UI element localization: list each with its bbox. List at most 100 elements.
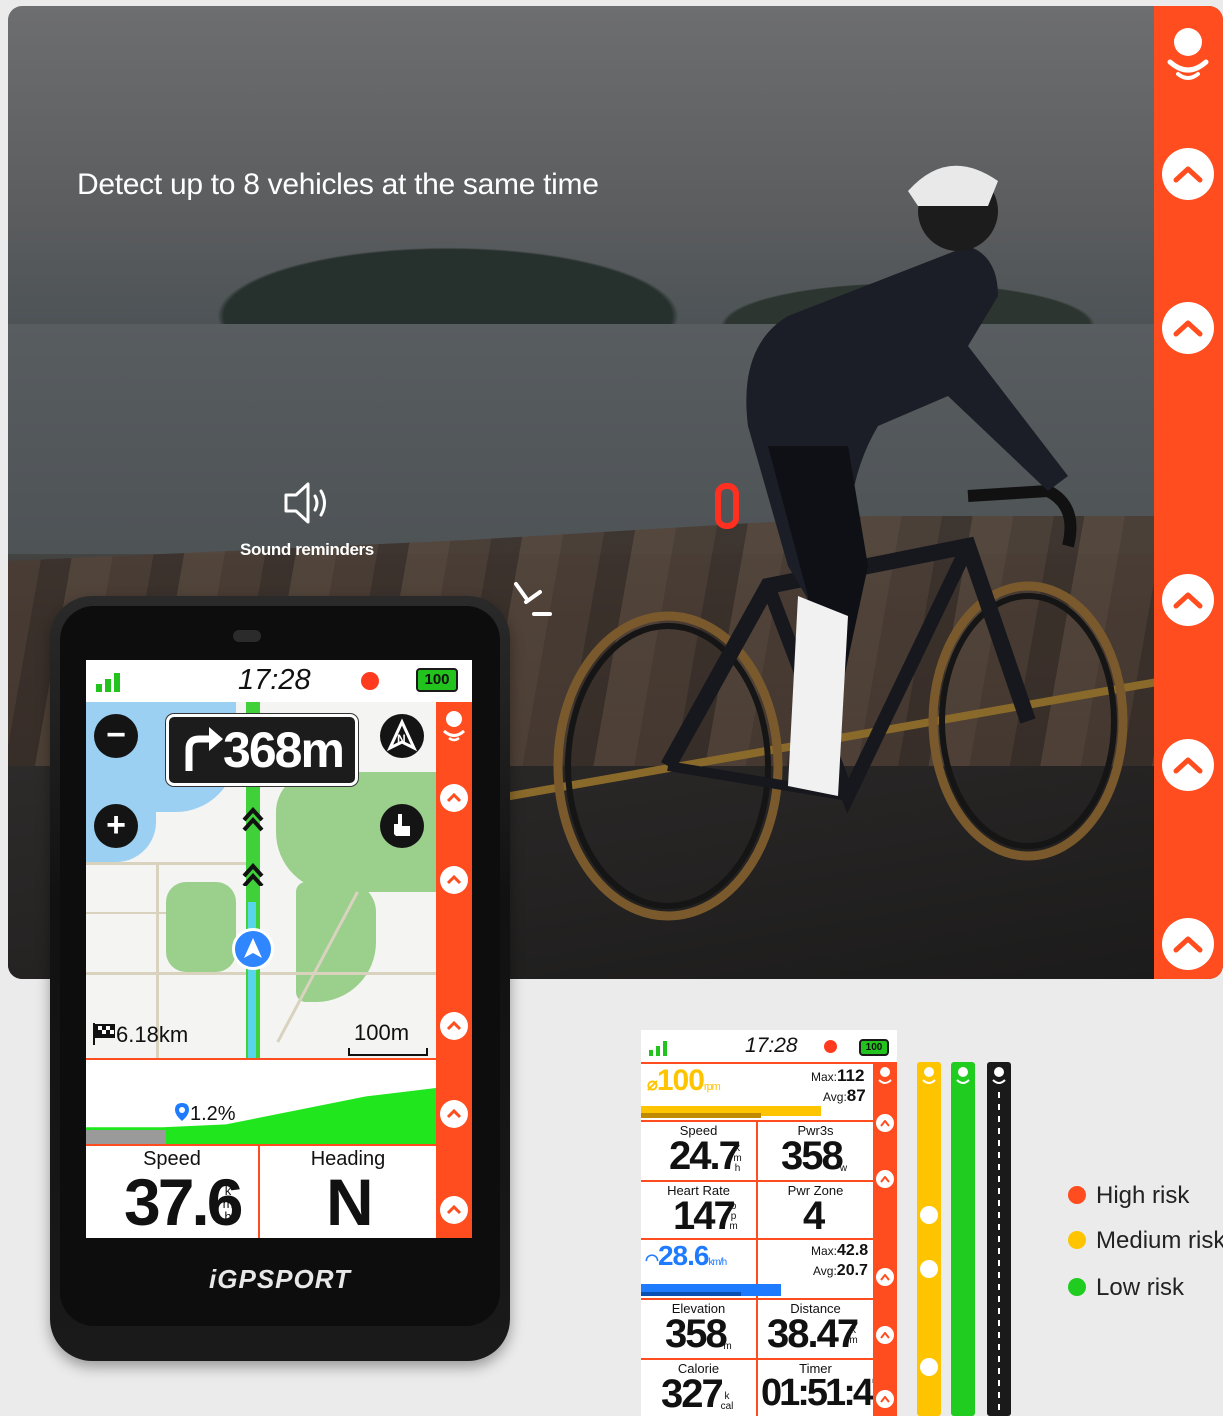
distance-unit: km [849,1325,858,1346]
turn-right-icon [185,727,224,771]
high-risk-dot-icon [1068,1186,1086,1204]
compass-icon: N [386,718,418,752]
vehicle-marker-icon [920,1260,938,1278]
legend-low-risk: Low risk [1068,1274,1184,1302]
vehicle-marker-icon [1162,574,1214,626]
speed-value: 24.7 [669,1134,741,1178]
remaining-distance: 6.18km [92,1022,188,1048]
map-street [86,972,436,975]
low-risk-bar [951,1062,975,1416]
vehicle-marker-icon [876,1268,894,1286]
device-mount [110,1336,450,1358]
device-screen: 17:28 100 368m − + N 6.18km 100m 1.2% Sp… [86,660,472,1238]
cadence-bar-avg [641,1113,761,1118]
svg-text:N: N [397,732,406,746]
hand-icon [394,814,410,836]
map-street [86,862,246,865]
elevation-done [86,1130,166,1144]
vehicle-marker-icon [1162,739,1214,791]
vehicle-marker-icon [876,1114,894,1132]
zoom-in-button[interactable]: + [94,804,138,848]
speed-bar-value: ◠28.6km/h [645,1240,727,1271]
vehicle-marker-icon [876,1390,894,1408]
calorie-value: 327 [661,1372,724,1416]
legend-medium-risk: Medium risk [1068,1227,1223,1255]
battery-indicator: 100 [859,1039,889,1056]
rider-icon [1167,28,1209,80]
screen-radar-strip [436,702,472,1238]
cadence-max: Max:112 [811,1066,865,1085]
map-scale-bar [348,1048,428,1056]
clock: 17:28 [238,664,311,696]
speed-unit: kmh [222,1183,234,1224]
vehicle-marker-icon [440,1012,468,1040]
low-risk-dot-icon [1068,1278,1086,1296]
clock: 17:28 [745,1034,798,1057]
calorie-unit: k cal [720,1391,734,1412]
vehicle-marker-icon [876,1326,894,1344]
radar-strip [1154,6,1223,979]
speed-max: Max:42.8 [811,1242,869,1259]
signal-icon [96,673,120,692]
cadence-avg: Avg:87 [823,1086,866,1105]
power-zone-value: 4 [803,1194,825,1238]
route-traveled [248,902,256,1058]
vehicle-marker-icon [1162,302,1214,354]
device-brand: iGPSPORT [209,1264,351,1294]
grade: 1.2% [174,1102,236,1126]
divider [641,1180,873,1182]
speed-bar-avg [641,1292,741,1296]
vehicle-marker-icon [440,784,468,812]
data-screen-panel: 17:28 100 ⌀100rpm Max:112 Avg:87 Speed 2… [641,1030,897,1416]
battery-indicator: 100 [416,668,458,692]
vehicle-marker-icon [1162,918,1214,970]
navigation-map[interactable]: 368m − + N 6.18km 100m [86,702,436,1060]
map-scale-label: 100m [354,1020,410,1045]
vehicle-marker-icon [440,1100,468,1128]
medium-risk-dot-icon [1068,1231,1086,1249]
turn-distance: 368m [223,722,345,778]
dashed-line [998,1092,1000,1416]
vehicle-marker-icon [920,1206,938,1224]
divider [641,1358,873,1360]
zoom-out-button[interactable]: − [94,714,138,758]
turn-instruction: 368m [166,714,358,786]
field-divider [756,1122,758,1298]
rider-icon [922,1067,936,1084]
north-up-button[interactable]: N [380,714,424,758]
sound-wave-icon [514,582,552,616]
vehicle-marker-icon [920,1358,938,1376]
hero-title: Detect up to 8 vehicles at the same time [77,168,599,201]
elevation-unit: m [723,1341,732,1352]
timer-value: 01:51:47 [761,1372,892,1414]
data-fields: Speed 37.6 kmh Heading N [86,1146,436,1238]
vehicle-marker-icon [1162,148,1214,200]
light-sensor [233,630,261,642]
panel-radar-strip [873,1062,897,1416]
medium-risk-bar [917,1062,941,1416]
location-pin-icon [175,1103,189,1121]
power-unit: w [839,1163,848,1174]
power-value: 358 [781,1134,844,1178]
rider-icon [956,1067,970,1084]
speed-avg: Avg:20.7 [813,1262,868,1279]
elevation-profile: 1.2% [86,1060,436,1146]
cadence-value: ⌀100rpm [647,1064,721,1097]
finish-flag-icon [93,1023,115,1045]
status-bar: 17:28 100 [86,660,472,702]
legend-high-risk: High risk [1068,1182,1189,1210]
record-indicator [824,1040,837,1053]
heart-rate-unit: bpm [729,1201,738,1232]
heading-value: N [326,1165,374,1238]
current-position-icon [232,928,274,970]
route-direction-icon [242,807,264,886]
bike-computer: 17:28 100 368m − + N 6.18km 100m 1.2% Sp… [50,596,510,1361]
distance-value: 38.47 [767,1312,859,1356]
no-risk-bar [987,1062,1011,1416]
record-indicator [361,672,379,690]
pan-button[interactable] [380,804,424,848]
map-street [86,912,166,914]
heart-rate-value: 147 [673,1194,736,1238]
vehicle-marker-icon [876,1170,894,1188]
speaker-icon [284,482,326,524]
